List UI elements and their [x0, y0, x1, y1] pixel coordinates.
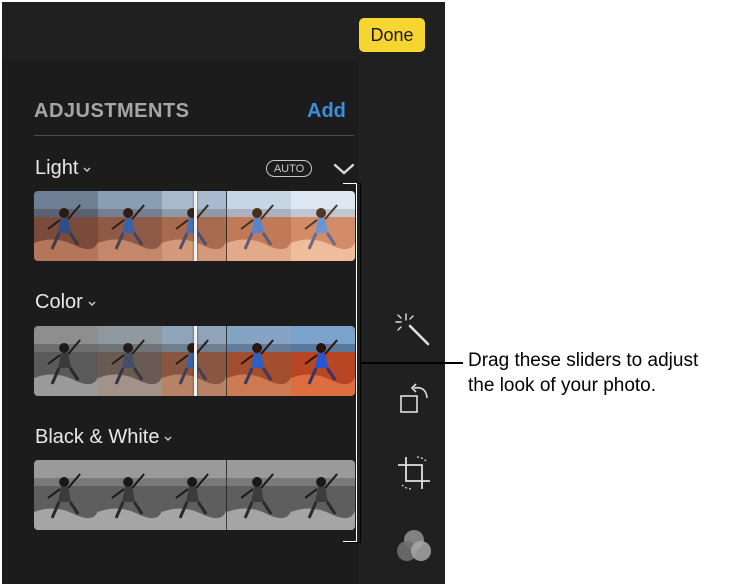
light-label: Light: [35, 157, 79, 179]
filters-icon[interactable]: [394, 528, 434, 569]
thumbnail-frame: [98, 326, 163, 396]
chevron-down-icon: [163, 426, 173, 449]
callout-leader-line: [361, 362, 463, 364]
black-white-label: Black & White: [35, 426, 160, 448]
slider-handle[interactable]: [193, 326, 197, 396]
bw-section-header[interactable]: Black & White: [35, 426, 173, 449]
thumbnail-frame: [162, 460, 227, 530]
add-button[interactable]: Add: [307, 100, 346, 123]
crop-icon[interactable]: [396, 455, 432, 496]
adjustments-heading: ADJUSTMENTS: [34, 100, 190, 122]
thumbnail-frame: [34, 191, 99, 261]
color-slider[interactable]: [34, 326, 355, 396]
callout-line-1: Drag these sliders to adjust: [468, 350, 699, 371]
slider-bracket: [343, 183, 361, 543]
rotate-icon[interactable]: [398, 382, 432, 421]
thumbnail-frame: [98, 460, 163, 530]
color-label: Color: [35, 291, 83, 313]
light-slider[interactable]: [34, 191, 355, 261]
chevron-down-icon: [87, 291, 97, 314]
thumbnail-frame: [226, 326, 291, 396]
slider-handle[interactable]: [193, 191, 197, 261]
light-section-header[interactable]: Light: [35, 157, 92, 180]
thumbnail-frame: [226, 191, 291, 261]
photo-edit-panel: Done ADJUSTMENTS Add Light AUTO Color Bl…: [2, 2, 445, 584]
callout-text: Drag these sliders to adjust the look of…: [468, 348, 698, 398]
divider: [34, 135, 354, 136]
thumbnail-frame: [34, 460, 99, 530]
thumbnail-frame: [34, 326, 99, 396]
thumbnail-frame: [98, 191, 163, 261]
thumbnail-frame: [226, 460, 291, 530]
magic-wand-icon[interactable]: [392, 312, 432, 353]
done-button[interactable]: Done: [359, 18, 425, 52]
chevron-down-icon: [82, 157, 92, 180]
black-white-slider[interactable]: [34, 460, 355, 530]
auto-button[interactable]: AUTO: [266, 160, 312, 177]
callout-line-2: the look of your photo.: [468, 375, 657, 396]
color-section-header[interactable]: Color: [35, 291, 97, 314]
collapse-chevron-icon[interactable]: [332, 161, 356, 182]
